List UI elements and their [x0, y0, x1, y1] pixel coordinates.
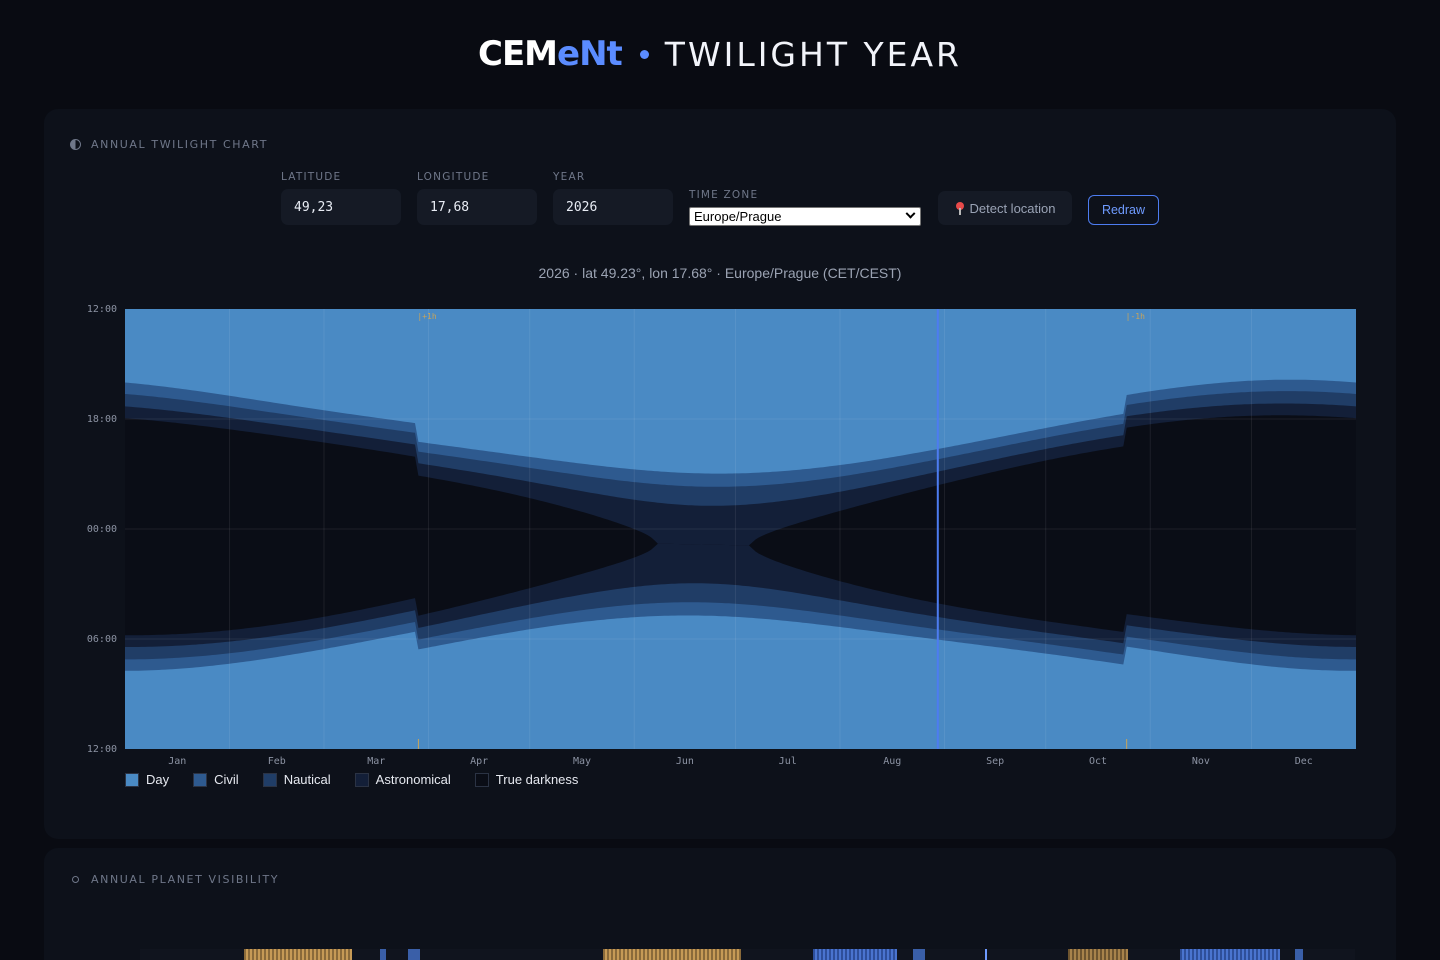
x-tick-label: Apr — [470, 756, 488, 767]
year-field: YEAR — [553, 171, 673, 225]
x-axis-ticks: Jan Feb Mar Apr May Jun Jul Aug Sep Oct Nov Dec — [168, 756, 1313, 767]
y-axis-ticks: 12:00 18:00 00:00 06:00 12:00 — [87, 304, 117, 755]
legend-label: Civil — [214, 772, 239, 787]
redraw-button[interactable]: Redraw — [1088, 195, 1159, 225]
twilight-chart-card: ANNUAL TWILIGHT CHART LATITUDE LONGITUDE… — [44, 109, 1396, 839]
legend-swatch — [474, 772, 489, 787]
visibility-band — [244, 949, 352, 960]
year-label: YEAR — [553, 171, 586, 183]
detect-location-button[interactable]: Detect location — [938, 191, 1072, 225]
year-input[interactable] — [553, 189, 673, 225]
ring-icon — [72, 876, 79, 883]
y-tick-label: 06:00 — [87, 634, 117, 645]
x-tick-label: Oct — [1089, 756, 1107, 767]
latitude-label: LATITUDE — [281, 171, 342, 183]
dst-label: |+1h — [417, 312, 436, 321]
page-header: CEMeNt TWILIGHT YEAR — [0, 0, 1440, 108]
legend-label: True darkness — [495, 772, 579, 787]
today-marker — [985, 949, 987, 960]
pin-icon — [955, 201, 965, 215]
legend-swatch — [262, 772, 277, 787]
twilight-chart: |+1h |-1h 12:00 18:00 00:00 06:00 12:00 Jan Fe… — [87, 304, 1356, 767]
chevron-down-icon — [905, 208, 916, 219]
legend-item: Astronomical — [354, 772, 451, 787]
x-tick-label: Jul — [779, 756, 797, 767]
x-tick-label: Feb — [268, 756, 286, 767]
y-tick-label: 12:00 — [87, 744, 117, 755]
title-separator-dot — [639, 49, 649, 59]
legend-label: Day — [146, 772, 170, 787]
longitude-field: LONGITUDE — [417, 171, 537, 225]
timezone-field: TIME ZONE Europe/Prague — [689, 189, 921, 226]
card-label: ANNUAL PLANET VISIBILITY — [70, 873, 279, 886]
legend-swatch — [193, 772, 208, 787]
chart-subtitle: 2026 · lat 49.23°, lon 17.68° · Europe/P… — [538, 265, 902, 281]
page-title: TWILIGHT YEAR — [664, 34, 962, 74]
x-tick-label: Sep — [986, 756, 1004, 767]
legend-swatch — [125, 772, 139, 787]
card-label: ANNUAL TWILIGHT CHART — [70, 138, 268, 151]
x-tick-label: Jan — [168, 756, 186, 767]
x-tick-label: Jun — [676, 756, 694, 767]
x-tick-label: Dec — [1295, 756, 1313, 767]
y-tick-label: 18:00 — [87, 414, 117, 425]
legend-label: Astronomical — [375, 772, 451, 787]
x-tick-label: Mar — [367, 756, 385, 767]
latitude-field: LATITUDE — [281, 171, 401, 225]
legend-item: Nautical — [262, 772, 331, 787]
x-tick-label: May — [573, 756, 591, 767]
visibility-band — [913, 949, 925, 960]
logo[interactable]: CEMeNt — [478, 34, 623, 74]
legend-item: Civil — [193, 772, 239, 787]
visibility-band — [603, 949, 741, 960]
visibility-band — [1295, 949, 1303, 960]
timezone-select[interactable]: Europe/Prague — [689, 207, 921, 226]
visibility-band — [408, 949, 420, 960]
planet-visibility-strip — [140, 949, 1355, 960]
legend-item: Day — [125, 772, 169, 787]
longitude-input[interactable] — [417, 189, 537, 225]
legend-item: True darkness — [474, 772, 579, 787]
x-tick-label: Aug — [883, 756, 901, 767]
x-tick-label: Nov — [1192, 756, 1210, 767]
legend-swatch — [354, 772, 369, 787]
legend-label: Nautical — [283, 772, 331, 787]
visibility-band — [1180, 949, 1280, 960]
y-tick-label: 12:00 — [87, 304, 117, 315]
visibility-band — [380, 949, 386, 960]
planet-visibility-card: ANNUAL PLANET VISIBILITY — [44, 848, 1396, 960]
longitude-label: LONGITUDE — [417, 171, 490, 183]
visibility-band — [813, 949, 897, 960]
visibility-band — [1068, 949, 1128, 960]
latitude-input[interactable] — [281, 189, 401, 225]
timezone-label: TIME ZONE — [689, 189, 759, 201]
y-tick-label: 00:00 — [87, 524, 117, 535]
dst-label: |-1h — [1126, 312, 1145, 321]
chart-legend: Day Civil Nautical Astronomical True darknes… — [125, 772, 578, 787]
half-circle-icon — [70, 139, 81, 150]
